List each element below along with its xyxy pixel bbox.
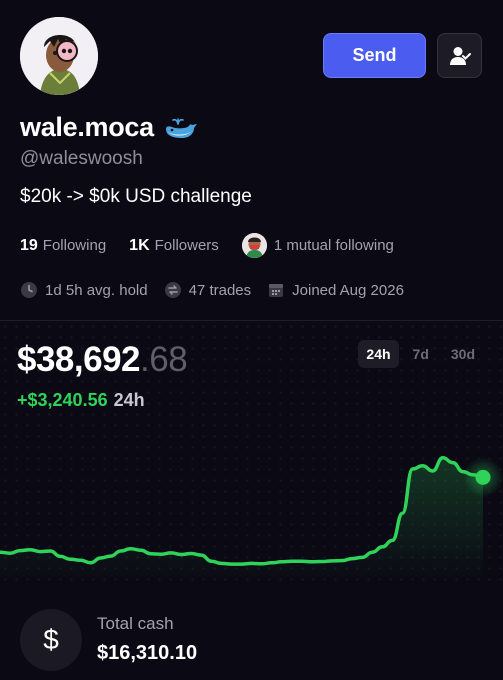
- whale-icon: [165, 117, 197, 138]
- mutual-following-stat[interactable]: 1 mutual following: [241, 233, 394, 258]
- range-tabs: 24h 7d 30d: [358, 340, 483, 368]
- following-label: Following: [42, 237, 107, 254]
- follow-button[interactable]: [437, 33, 482, 78]
- range-tab-24h[interactable]: 24h: [358, 340, 399, 368]
- mutual-following-label: 1 mutual following: [273, 237, 394, 254]
- followers-count: 1K: [129, 236, 150, 254]
- avatar-illustration: [20, 17, 98, 95]
- user-check-icon: [449, 46, 471, 65]
- dollar-icon: $: [20, 609, 82, 671]
- trader-meta: 1d 5h avg. hold 47 trades Joined Aug 202…: [20, 281, 420, 299]
- avg-hold-item: 1d 5h avg. hold: [20, 281, 148, 299]
- trades-text: 47 trades: [188, 281, 252, 299]
- profile-display-name: wale.moca: [20, 112, 154, 142]
- chart-end-point[interactable]: [475, 469, 491, 485]
- balance-main: $38,692: [17, 340, 141, 379]
- portfolio-balance: $38,692.68: [17, 340, 188, 380]
- trades-icon: [164, 282, 181, 298]
- trades-item: 47 trades: [164, 281, 252, 299]
- total-cash-label: Total cash: [97, 614, 174, 633]
- joined-item: Joined Aug 2026: [267, 281, 404, 299]
- portfolio-line-chart: [0, 456, 503, 580]
- change-value: +$3,240.56: [17, 390, 108, 410]
- profile-name-row: wale.moca: [20, 112, 198, 143]
- avg-hold-text: 1d 5h avg. hold: [45, 281, 148, 299]
- range-tab-7d[interactable]: 7d: [405, 340, 437, 368]
- followers-stat[interactable]: 1K Followers: [129, 237, 219, 255]
- portfolio-change: +$3,240.56 24h: [17, 390, 145, 411]
- following-count: 19: [20, 236, 38, 254]
- follow-stats: 19 Following 1K Followers 1 mutual follo…: [20, 233, 417, 258]
- clock-icon: [21, 282, 37, 298]
- change-period: 24h: [113, 390, 145, 410]
- send-button-label: Send: [352, 45, 397, 65]
- send-button[interactable]: Send: [323, 33, 426, 78]
- calendar-icon: [269, 284, 284, 297]
- profile-avatar[interactable]: [20, 17, 98, 95]
- total-cash-value: $16,310.10: [97, 642, 198, 664]
- mutual-avatar: [241, 233, 267, 258]
- followers-label: Followers: [154, 237, 219, 254]
- joined-text: Joined Aug 2026: [292, 281, 404, 299]
- range-tab-30d[interactable]: 30d: [443, 340, 483, 368]
- balance-cents: .68: [140, 340, 188, 379]
- following-stat[interactable]: 19 Following: [20, 237, 106, 255]
- profile-bio: $20k -> $0k USD challenge: [20, 186, 252, 207]
- profile-handle: @waleswoosh: [20, 148, 143, 169]
